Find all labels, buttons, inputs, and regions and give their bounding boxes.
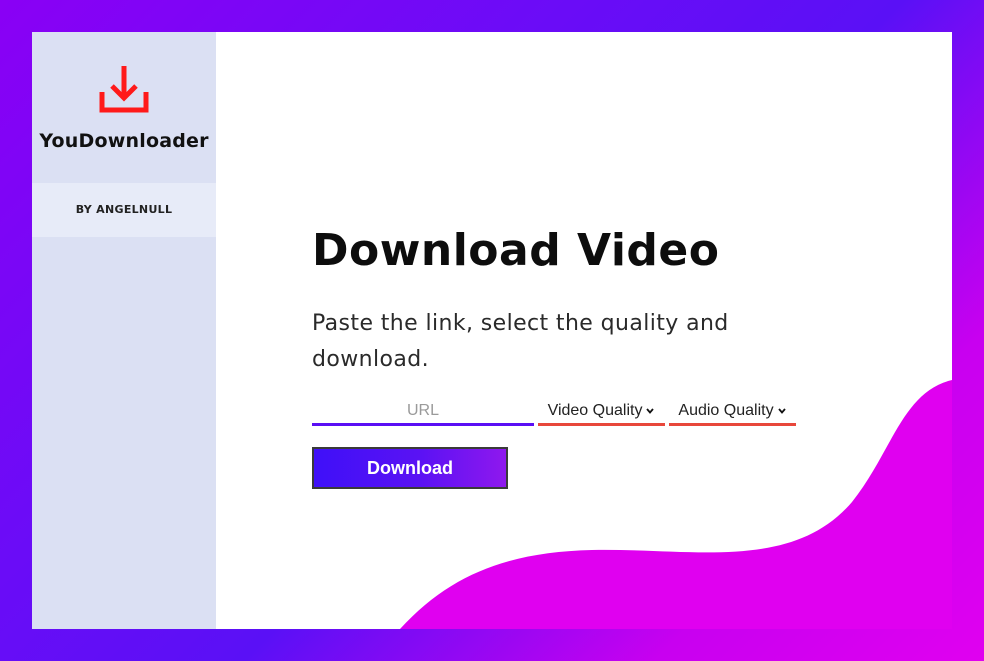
chevron-down-icon [646, 407, 655, 414]
page-title: Download Video [312, 225, 720, 276]
sidebar: YouDownloader BY ANGELNULL [32, 32, 216, 629]
video-quality-label: Video Quality [547, 401, 643, 419]
audio-quality-select[interactable]: Audio Quality [669, 398, 796, 426]
url-input[interactable] [312, 398, 534, 426]
chevron-down-icon [777, 407, 786, 414]
app-title: YouDownloader [39, 130, 209, 152]
download-button[interactable]: Download [312, 447, 508, 489]
app-window: YouDownloader BY ANGELNULL Download Vide… [32, 32, 952, 629]
video-quality-select[interactable]: Video Quality [538, 398, 665, 426]
byline[interactable]: BY ANGELNULL [32, 203, 216, 216]
audio-quality-label: Audio Quality [678, 401, 774, 419]
page-subtitle: Paste the link, select the quality and d… [312, 311, 729, 372]
download-icon [99, 66, 149, 113]
